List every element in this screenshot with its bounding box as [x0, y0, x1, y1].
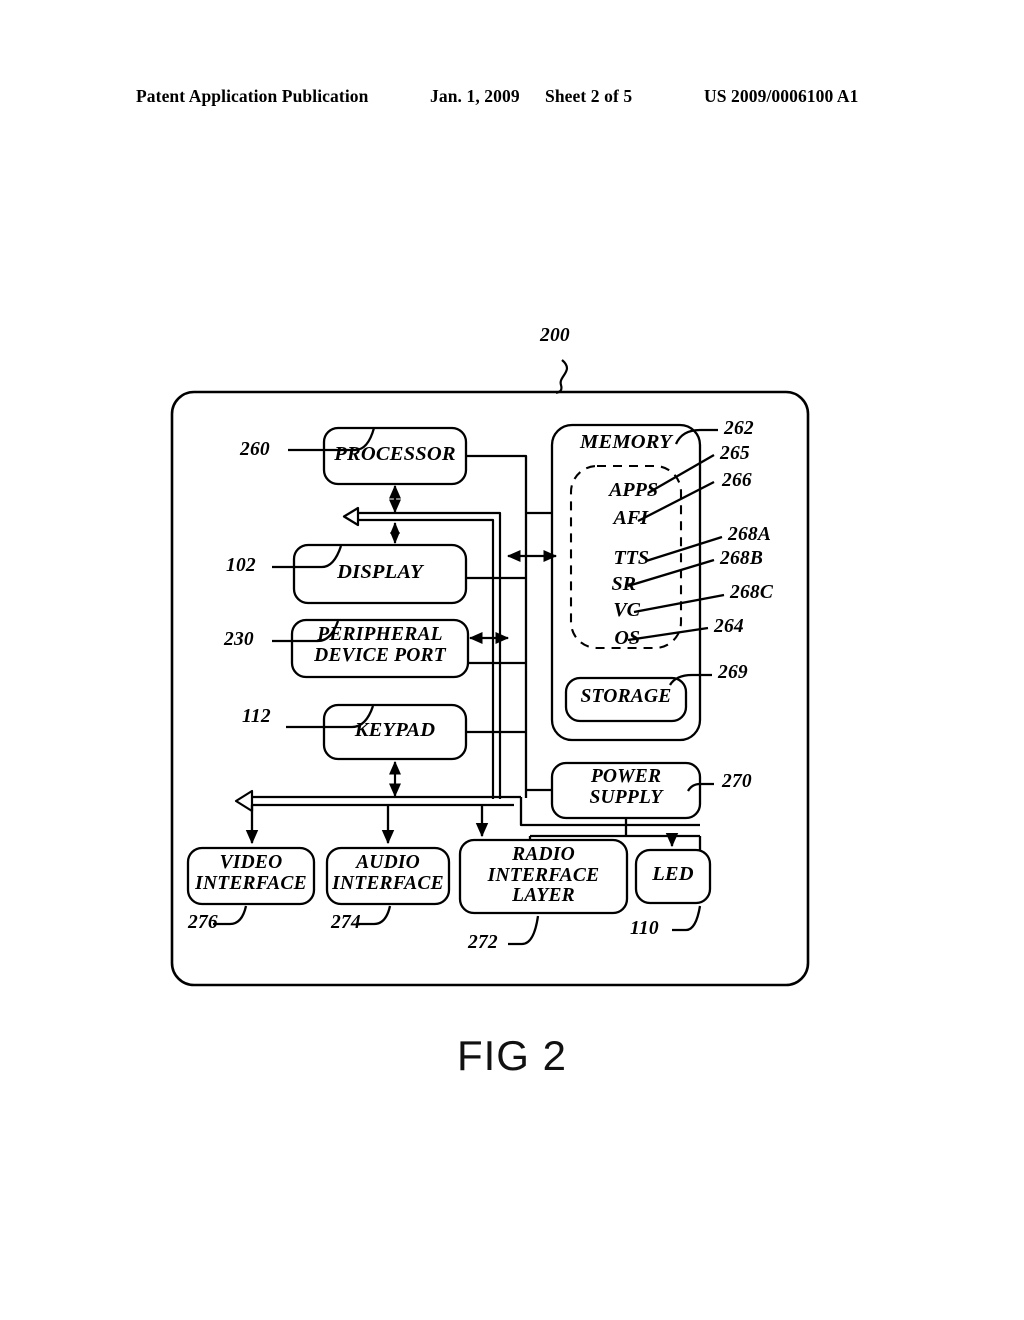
leader-200 — [555, 359, 569, 395]
upper-bus-channel-inner — [358, 518, 495, 799]
leader-260 — [288, 427, 376, 452]
radio-interface-layer-box — [458, 838, 629, 915]
processor-box — [322, 426, 468, 486]
led-box — [634, 848, 712, 905]
power-supply-box — [550, 761, 702, 820]
video-interface-box — [186, 846, 316, 906]
audio-interface-box — [325, 846, 451, 906]
leader-268C — [633, 593, 725, 614]
diagram-vector-layer — [170, 359, 810, 987]
figure-2-diagram: PROCESSOR DISPLAY PERIPHERAL DEVICE PORT… — [0, 0, 1024, 1320]
leader-110 — [672, 905, 702, 932]
keypad-box — [322, 703, 468, 761]
leader-266 — [637, 480, 715, 523]
upper-bus-arrowhead — [342, 506, 360, 527]
display-box — [292, 543, 468, 605]
peripheral-device-port-box — [290, 618, 470, 679]
lower-bus-arrowhead — [234, 789, 254, 813]
memory-box — [550, 423, 702, 742]
device-enclosure-outline — [170, 390, 810, 987]
storage-box — [564, 676, 688, 723]
leader-264 — [627, 626, 709, 642]
leader-272 — [508, 915, 540, 946]
leader-262 — [674, 428, 718, 445]
memory-modules-dashed-group — [569, 464, 683, 650]
upper-bus-channel — [358, 511, 502, 799]
leader-276 — [213, 905, 248, 926]
link-processor-to-memory-bus — [466, 454, 528, 798]
figure-caption: FIG 2 — [456, 1032, 568, 1079]
leader-268A — [645, 535, 723, 563]
power-rail-upper-branch — [519, 797, 700, 827]
leader-269 — [669, 673, 712, 686]
leader-102 — [272, 545, 343, 569]
leader-274 — [356, 905, 392, 926]
leader-230 — [272, 620, 340, 643]
